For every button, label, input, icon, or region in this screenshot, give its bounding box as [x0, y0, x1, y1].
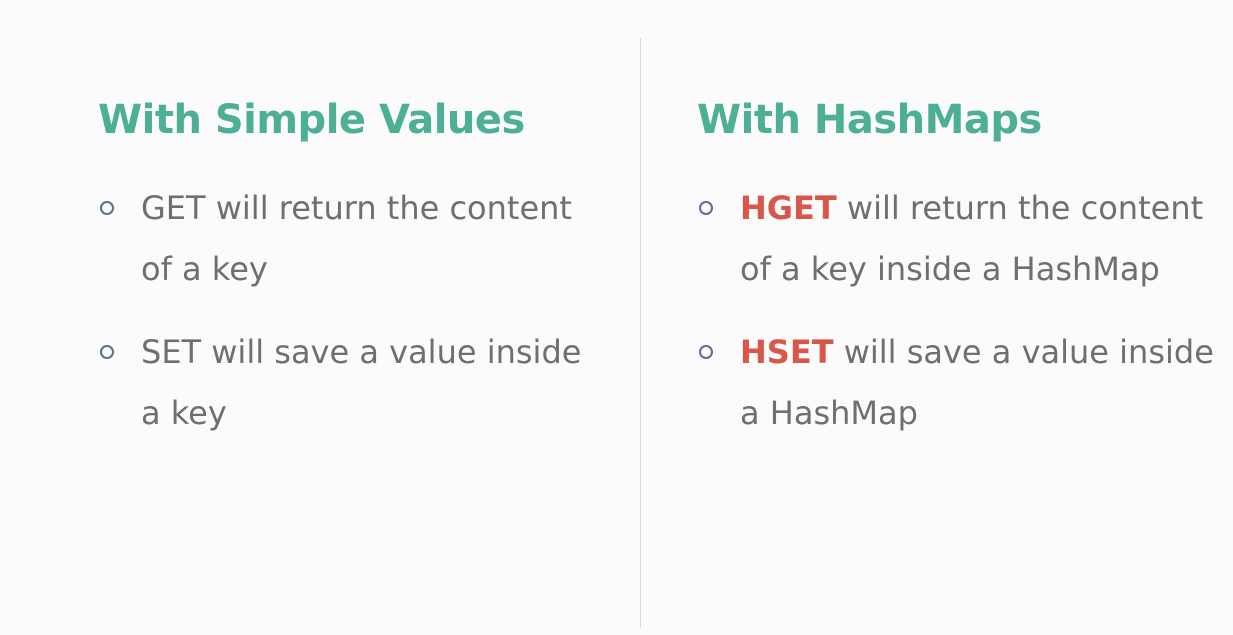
hollow-circle-icon	[699, 345, 713, 359]
list-item-text: SET will save a value inside a key	[141, 333, 582, 432]
list-item-hget: HGET will return the content of a key in…	[697, 178, 1217, 300]
slide: With Simple Values GET will return the c…	[0, 0, 1233, 635]
simple-values-list: GET will return the content of a key SET…	[98, 178, 598, 444]
command-keyword: HSET	[740, 333, 834, 371]
list-item-set: SET will save a value inside a key	[98, 322, 598, 444]
hashmaps-list: HGET will return the content of a key in…	[697, 178, 1217, 444]
column-divider	[640, 38, 641, 628]
hollow-circle-icon	[699, 201, 713, 215]
list-item-get: GET will return the content of a key	[98, 178, 598, 300]
list-item-hset: HSET will save a value inside a HashMap	[697, 322, 1217, 444]
hollow-circle-icon	[100, 201, 114, 215]
list-item-text: GET will return the content of a key	[141, 189, 572, 288]
simple-values-heading: With Simple Values	[98, 97, 525, 143]
hashmaps-column: With HashMaps HGET will return the conte…	[697, 88, 1217, 466]
hashmaps-heading: With HashMaps	[697, 97, 1042, 143]
hollow-circle-icon	[100, 345, 114, 359]
simple-values-column: With Simple Values GET will return the c…	[98, 88, 598, 466]
command-keyword: HGET	[740, 189, 837, 227]
